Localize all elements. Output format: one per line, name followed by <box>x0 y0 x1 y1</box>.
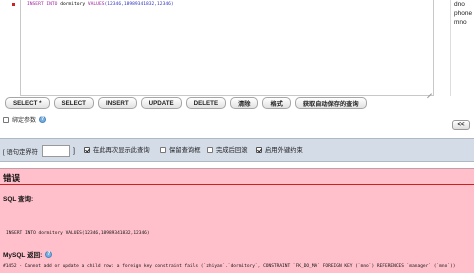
show-query-again-label: 在此再次显示此查询 <box>93 147 150 154</box>
delete-button[interactable]: DELETE <box>185 97 227 109</box>
bind-parameters-label: 绑定参数 <box>12 118 37 124</box>
sql-values-list: (12346,18989341832,12346) <box>104 2 174 7</box>
bind-parameters-checkbox[interactable] <box>3 116 9 123</box>
collapse-columns-button[interactable]: << <box>452 120 470 130</box>
sql-query-page: INSERT INTO dormitory VALUES(12346,18989… <box>0 0 474 273</box>
delimiter-label: [ 语句定界符 <box>3 148 38 156</box>
update-button[interactable]: UPDATE <box>140 97 182 109</box>
format-button[interactable]: 格式 <box>262 97 291 109</box>
error-message-box: 错误 SQL 查询: INSERT INTO dormitory VALUES(… <box>0 168 474 273</box>
help-icon[interactable]: ? <box>39 116 47 123</box>
delimiter-input[interactable] <box>41 145 70 157</box>
error-title: 错误 <box>3 173 21 183</box>
column-item-mno[interactable]: mno <box>451 18 474 27</box>
error-divider <box>0 184 474 185</box>
foreign-key-checks-label: 启用外键约束 <box>265 147 303 154</box>
show-query-again-option: 在此再次显示此查询 <box>84 145 150 154</box>
retain-query-box-label: 保留查询框 <box>169 147 201 154</box>
mysql-error-message: #1452 - Cannot add or update a child row… <box>3 264 456 269</box>
sql-editor[interactable]: INSERT INTO dormitory VALUES(12346,18989… <box>20 0 434 96</box>
rollback-label: 完成后回滚 <box>216 147 248 154</box>
select-button[interactable]: SELECT <box>53 97 94 109</box>
bind-parameters-option: 绑定参数 ? <box>3 115 47 124</box>
insert-button[interactable]: INSERT <box>97 97 137 109</box>
show-query-again-checkbox[interactable] <box>84 146 90 153</box>
sql-keyword-insert: INSERT INTO <box>27 2 58 7</box>
query-options-bar: [ 语句定界符 ] 在此再次显示此查询 保留查询框 完成后回滚 启用外键约束 <box>0 138 474 162</box>
sql-keyword-values: VALUES <box>87 2 105 7</box>
delimiter-close-bracket: ] <box>72 147 75 155</box>
column-item-phone[interactable]: phone <box>451 9 474 18</box>
retain-query-box-option: 保留查询框 <box>160 145 200 154</box>
columns-list[interactable]: dno phone mno <box>450 0 474 96</box>
sql-query-label: SQL 查询: <box>3 196 34 203</box>
get-autosaved-query-button[interactable]: 获取自动保存的查询 <box>294 97 367 109</box>
clear-button[interactable]: 清除 <box>230 97 259 109</box>
rollback-option: 完成后回滚 <box>207 145 247 154</box>
mysql-help-icon[interactable]: ? <box>45 250 53 258</box>
delimiter-option: [ 语句定界符 ] <box>3 145 75 157</box>
sql-editor-content[interactable]: INSERT INTO dormitory VALUES(12346,18989… <box>27 2 174 7</box>
select-star-button[interactable]: SELECT * <box>5 97 50 109</box>
foreign-key-checks-checkbox[interactable] <box>256 146 262 153</box>
editor-gutter <box>0 0 20 96</box>
query-toolbar: SELECT * SELECT INSERT UPDATE DELETE 清除 … <box>5 97 367 109</box>
sql-table-name: dormitory <box>57 2 88 7</box>
retain-query-box-checkbox[interactable] <box>160 146 166 153</box>
rollback-checkbox[interactable] <box>207 146 213 153</box>
column-item-dno[interactable]: dno <box>451 0 474 9</box>
resize-grip-icon[interactable] <box>426 88 432 94</box>
mysql-returned-text: MySQL 返回: <box>3 252 43 259</box>
line-marker-icon <box>12 3 15 6</box>
failed-sql-text: INSERT INTO dormitory VALUES(12346,18989… <box>6 231 150 236</box>
mysql-returned-label: MySQL 返回: ? <box>3 249 53 259</box>
foreign-key-checks-option: 启用外键约束 <box>256 145 303 154</box>
